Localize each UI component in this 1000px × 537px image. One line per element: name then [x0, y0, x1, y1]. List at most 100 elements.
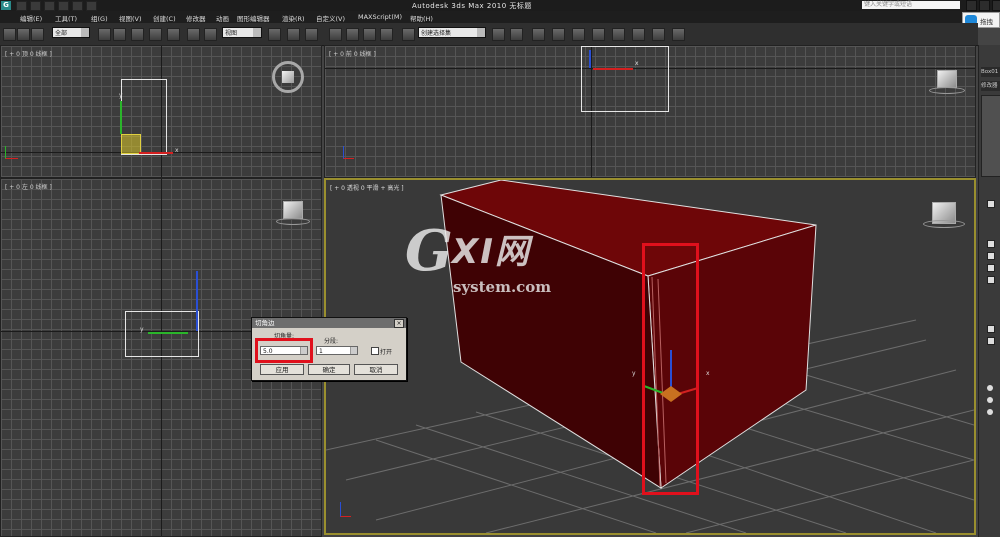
bind-space-warp-icon[interactable]	[31, 28, 44, 41]
watermark-letter: G	[405, 218, 453, 284]
viewport-top-label[interactable]: [ + 0 顶 0 线框 ]	[5, 49, 52, 58]
gizmo-y-axis[interactable]	[148, 332, 188, 334]
snaps-toggle-icon[interactable]	[329, 28, 342, 41]
viewcube-ring-icon[interactable]	[276, 218, 310, 225]
viewcube-ring-icon[interactable]	[272, 61, 304, 93]
checkbox[interactable]	[987, 337, 995, 345]
segments-spinner[interactable]: 1	[316, 346, 358, 355]
save-file-icon[interactable]	[44, 1, 55, 11]
ok-button[interactable]: 确定	[308, 364, 350, 375]
undo-icon[interactable]	[58, 1, 69, 11]
object-name-field[interactable]: Box01	[981, 67, 1000, 77]
render-production-icon[interactable]	[672, 28, 685, 41]
select-and-link-icon[interactable]	[17, 28, 30, 41]
menu-modifiers[interactable]: 修改器	[186, 13, 206, 23]
menu-customize[interactable]: 自定义(V)	[316, 13, 345, 23]
menu-help[interactable]: 帮助(H)	[410, 13, 433, 23]
app-logo-icon[interactable]: G	[1, 1, 11, 10]
viewcube-icon[interactable]	[283, 201, 303, 219]
scale-icon[interactable]	[204, 28, 217, 41]
modifier-stack[interactable]	[981, 95, 1000, 177]
apply-button[interactable]: 应用	[260, 364, 304, 375]
menu-rendering[interactable]: 渲染(R)	[282, 13, 305, 23]
window-crossing-icon[interactable]	[149, 28, 162, 41]
edit-named-selection-icon[interactable]	[402, 28, 415, 41]
gizmo-x-axis[interactable]	[593, 68, 633, 70]
viewcube-icon[interactable]	[282, 71, 294, 83]
spinner-snap-icon[interactable]	[380, 28, 393, 41]
close-window-button[interactable]	[992, 0, 1000, 11]
select-manipulate-icon[interactable]	[287, 28, 300, 41]
checkbox[interactable]	[987, 252, 995, 260]
rendered-frame-icon[interactable]	[652, 28, 665, 41]
main-toolbar: 全部 视图 创建选择集	[0, 23, 978, 46]
mirror-icon[interactable]	[492, 28, 505, 41]
hold-icon[interactable]	[86, 1, 97, 11]
select-object-icon[interactable]	[98, 28, 111, 41]
rectangular-selection-icon[interactable]	[131, 28, 144, 41]
named-selection-select[interactable]: 创建选择集	[418, 27, 486, 38]
viewport-left-label[interactable]: [ + 0 左 0 线框 ]	[5, 182, 52, 191]
open-file-icon[interactable]	[30, 1, 41, 11]
cancel-button[interactable]: 取消	[354, 364, 398, 375]
menu-animation[interactable]: 动画	[216, 13, 229, 23]
viewport-front-label[interactable]: [ + 0 前 0 线框 ]	[329, 49, 376, 58]
menu-tools[interactable]: 工具(T)	[55, 13, 77, 23]
keyboard-shortcut-icon[interactable]	[305, 28, 318, 41]
box-outline[interactable]	[125, 311, 199, 357]
open-checkbox[interactable]	[371, 347, 379, 355]
menu-views[interactable]: 视图(V)	[119, 13, 142, 23]
pivot-center-icon[interactable]	[268, 28, 281, 41]
checkbox[interactable]	[987, 276, 995, 284]
radio-button[interactable]	[987, 385, 993, 391]
checkbox[interactable]	[987, 264, 995, 272]
layer-manager-icon[interactable]	[532, 28, 545, 41]
material-editor-icon[interactable]	[612, 28, 625, 41]
checkbox[interactable]	[987, 240, 995, 248]
window-title: Autodesk 3ds Max 2010 无标题	[412, 2, 532, 10]
menu-edit[interactable]: 编辑(E)	[20, 13, 42, 23]
radio-button[interactable]	[987, 409, 993, 415]
menu-maxscript[interactable]: MAXScript(M)	[358, 13, 402, 21]
minimize-button[interactable]	[966, 0, 977, 11]
radio-button[interactable]	[987, 397, 993, 403]
dialog-close-button[interactable]: ×	[394, 319, 404, 328]
dialog-title-bar[interactable]: 切角边 ×	[252, 318, 406, 328]
new-file-icon[interactable]	[16, 1, 27, 11]
move-icon[interactable]	[167, 28, 180, 41]
help-search-input[interactable]: 键入关键字或短语	[862, 1, 960, 9]
percent-snap-icon[interactable]	[363, 28, 376, 41]
checkbox[interactable]	[987, 325, 995, 333]
viewport-front[interactable]: [ + 0 前 0 线框 ] x	[324, 45, 976, 178]
undo-scene-icon[interactable]	[3, 28, 16, 41]
angle-snap-icon[interactable]	[346, 28, 359, 41]
viewcube-ring-icon[interactable]	[923, 220, 965, 228]
spinner-arrows-icon[interactable]	[350, 347, 357, 354]
reference-coordinate-select[interactable]: 视图	[222, 27, 262, 38]
box-outline[interactable]	[581, 46, 669, 112]
chevron-down-icon	[81, 28, 89, 37]
menu-graph-editors[interactable]: 图形编辑器	[237, 13, 270, 23]
viewport-top[interactable]: [ + 0 顶 0 线框 ] x y	[0, 45, 322, 178]
menu-group[interactable]: 组(G)	[91, 13, 108, 23]
schematic-view-icon[interactable]	[592, 28, 605, 41]
menu-create[interactable]: 创建(C)	[153, 13, 176, 23]
gizmo-plane-xy[interactable]	[121, 134, 141, 154]
graphite-modeling-icon[interactable]	[552, 28, 565, 41]
gizmo-x-axis[interactable]	[139, 152, 173, 154]
curve-editor-icon[interactable]	[572, 28, 585, 41]
viewcube-ring-icon[interactable]	[929, 87, 965, 94]
maximize-button[interactable]	[979, 0, 990, 11]
selection-filter-select[interactable]: 全部	[52, 27, 90, 38]
select-by-name-icon[interactable]	[113, 28, 126, 41]
gizmo-z-axis[interactable]	[589, 50, 591, 68]
align-icon[interactable]	[510, 28, 523, 41]
gizmo-y-axis[interactable]	[120, 101, 122, 134]
rotate-icon[interactable]	[187, 28, 200, 41]
redo-icon[interactable]	[72, 1, 83, 11]
render-setup-icon[interactable]	[632, 28, 645, 41]
checkbox[interactable]	[987, 200, 995, 208]
gizmo-z-axis[interactable]	[196, 271, 198, 331]
viewcube-icon[interactable]	[937, 70, 957, 88]
modifier-list-select[interactable]: 修改器	[981, 81, 1000, 91]
